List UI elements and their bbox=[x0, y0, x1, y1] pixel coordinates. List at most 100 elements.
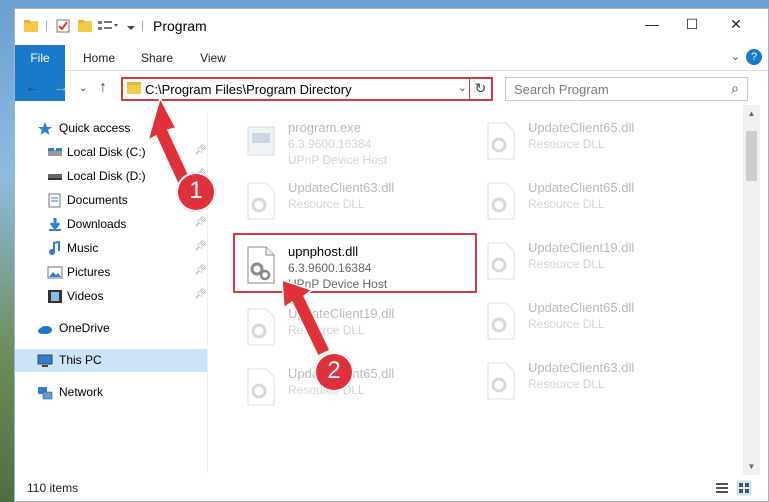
file-item[interactable]: UpdateClient19.dll Resource DLL bbox=[476, 233, 712, 289]
pictures-icon bbox=[47, 266, 63, 279]
up-arrow-icon[interactable]: ↑ bbox=[99, 79, 107, 97]
file-item[interactable]: UpdateClient65.dll Resource DLL bbox=[236, 359, 472, 415]
folder-icon bbox=[24, 20, 38, 32]
sidebar-item-label: Quick access bbox=[59, 121, 131, 135]
item-count: 110 items bbox=[27, 481, 79, 495]
pin-icon[interactable]: 📌︎ bbox=[194, 289, 207, 300]
pin-icon[interactable]: 📌︎ bbox=[194, 265, 207, 276]
cloud-icon bbox=[38, 326, 52, 334]
title-bar: | | Program — ☐ ✕ bbox=[15, 9, 768, 41]
sidebar-item-label: This PC bbox=[59, 353, 102, 367]
tab-share[interactable]: Share bbox=[135, 45, 179, 71]
sidebar-item-label: OneDrive bbox=[59, 321, 110, 335]
documents-icon bbox=[48, 193, 61, 208]
file-name: UpdateClient65.dll bbox=[528, 180, 635, 195]
dll-file-icon bbox=[247, 308, 275, 346]
sidebar-item-this-pc[interactable]: This PC bbox=[15, 349, 207, 372]
star-icon bbox=[38, 122, 52, 135]
address-path[interactable]: C:\Program Files\Program Directory bbox=[145, 82, 352, 97]
tiles-view-icon[interactable] bbox=[737, 481, 751, 495]
file-item[interactable]: UpdateClient19.dll Resource DLL bbox=[236, 299, 472, 355]
file-description: Resource DLL bbox=[288, 197, 365, 211]
dropdown-icon[interactable] bbox=[125, 18, 137, 34]
recent-locations-icon[interactable]: ⌄ bbox=[79, 83, 87, 94]
sidebar-item-label: Network bbox=[59, 385, 104, 399]
separator: | bbox=[141, 18, 145, 32]
disk-icon bbox=[48, 174, 62, 180]
step-badge-2: 2 bbox=[314, 352, 354, 392]
forward-arrow-icon[interactable]: → bbox=[53, 79, 69, 97]
file-description: UPnP Device Host bbox=[288, 153, 388, 167]
help-icon[interactable]: ? bbox=[746, 49, 762, 65]
tab-home[interactable]: Home bbox=[77, 45, 121, 71]
search-input[interactable] bbox=[514, 79, 714, 99]
sidebar-item-label: Local Disk (D:) bbox=[67, 169, 146, 183]
refresh-button[interactable]: ↻ bbox=[469, 77, 491, 101]
search-box[interactable]: ⌕ bbox=[505, 77, 748, 101]
exe-file-icon bbox=[247, 126, 275, 156]
file-item[interactable]: UpdateClient65.dll Resource DLL bbox=[476, 113, 712, 169]
pin-icon[interactable]: 📌︎ bbox=[194, 241, 207, 252]
dll-file-icon bbox=[247, 368, 275, 406]
sidebar-item-local-disk-c[interactable]: Local Disk (C:) 📌︎ bbox=[15, 141, 207, 164]
file-list: program.exe 6.3.9600.16384 UPnP Device H… bbox=[208, 105, 743, 477]
sidebar-item-pictures[interactable]: Pictures 📌︎ bbox=[15, 261, 207, 284]
details-view-icon[interactable] bbox=[715, 481, 729, 495]
sidebar-item-label: Downloads bbox=[67, 217, 127, 231]
dll-file-icon bbox=[487, 242, 515, 280]
network-icon bbox=[38, 387, 53, 400]
file-name: UpdateClient65.dll bbox=[528, 120, 635, 135]
scroll-down-icon[interactable]: ▼ bbox=[743, 458, 760, 475]
expand-ribbon-icon[interactable]: ⌄ bbox=[731, 50, 740, 63]
file-item[interactable]: program.exe 6.3.9600.16384 UPnP Device H… bbox=[236, 113, 472, 169]
sidebar-item-downloads[interactable]: Downloads 📌︎ bbox=[15, 213, 207, 236]
music-icon bbox=[49, 241, 60, 255]
file-description: Resource DLL bbox=[528, 377, 605, 391]
customize-toolbar-icon[interactable] bbox=[97, 18, 119, 34]
file-item[interactable]: UpdateClient63.dll Resource DLL bbox=[236, 173, 472, 229]
file-item[interactable]: UpdateClient65.dll Resource DLL bbox=[476, 173, 712, 229]
sidebar-item-videos[interactable]: Videos 📌︎ bbox=[15, 285, 207, 308]
ribbon-tabs: File Home Share View ⌄ ? bbox=[15, 45, 768, 101]
vertical-scrollbar[interactable]: ▲ ▼ bbox=[743, 105, 760, 475]
separator: | bbox=[45, 18, 49, 32]
dll-file-icon bbox=[487, 182, 515, 220]
pin-icon[interactable]: 📌︎ bbox=[194, 145, 207, 156]
sidebar-item-onedrive[interactable]: OneDrive bbox=[15, 317, 207, 340]
sidebar-item-network[interactable]: Network bbox=[15, 381, 207, 404]
file-item[interactable]: UpdateClient65.dll Resource DLL bbox=[476, 293, 712, 349]
step-badge-1: 1 bbox=[176, 172, 216, 212]
computer-icon bbox=[37, 354, 53, 367]
file-name: UpdateClient19.dll bbox=[288, 306, 395, 321]
file-highlight-box bbox=[233, 233, 477, 293]
new-folder-icon[interactable] bbox=[77, 18, 93, 34]
file-description: Resource DLL bbox=[528, 137, 605, 151]
disk-icon bbox=[48, 148, 62, 156]
file-name: UpdateClient19.dll bbox=[528, 240, 635, 255]
properties-icon[interactable] bbox=[55, 18, 71, 34]
pin-icon[interactable]: 📌︎ bbox=[194, 217, 207, 228]
sidebar-item-label: Local Disk (C:) bbox=[67, 145, 146, 159]
file-description: Resource DLL bbox=[528, 317, 605, 331]
sidebar-item-label: Videos bbox=[67, 289, 104, 303]
scroll-thumb[interactable] bbox=[746, 131, 757, 181]
status-bar: 110 items bbox=[15, 475, 768, 501]
address-dropdown-icon[interactable]: ⌄ bbox=[458, 81, 467, 94]
maximize-button[interactable]: ☐ bbox=[669, 9, 715, 39]
back-arrow-icon[interactable]: ← bbox=[25, 79, 41, 97]
address-bar[interactable]: C:\Program Files\Program Directory ⌄ ↻ bbox=[121, 77, 493, 101]
dll-file-icon bbox=[487, 362, 515, 400]
file-item[interactable]: UpdateClient63.dll Resource DLL bbox=[476, 353, 712, 409]
videos-icon bbox=[48, 290, 62, 303]
scroll-up-icon[interactable]: ▲ bbox=[743, 105, 760, 122]
window-title: Program bbox=[153, 18, 207, 34]
folder-icon bbox=[127, 82, 141, 94]
file-description: Resource DLL bbox=[528, 197, 605, 211]
dll-file-icon bbox=[487, 302, 515, 340]
close-button[interactable]: ✕ bbox=[713, 9, 759, 39]
tab-view[interactable]: View bbox=[193, 45, 233, 71]
search-icon[interactable]: ⌕ bbox=[731, 80, 739, 97]
file-name: program.exe bbox=[288, 120, 361, 135]
sidebar-item-quick-access[interactable]: Quick access bbox=[15, 117, 207, 140]
sidebar-item-music[interactable]: Music 📌︎ bbox=[15, 237, 207, 260]
